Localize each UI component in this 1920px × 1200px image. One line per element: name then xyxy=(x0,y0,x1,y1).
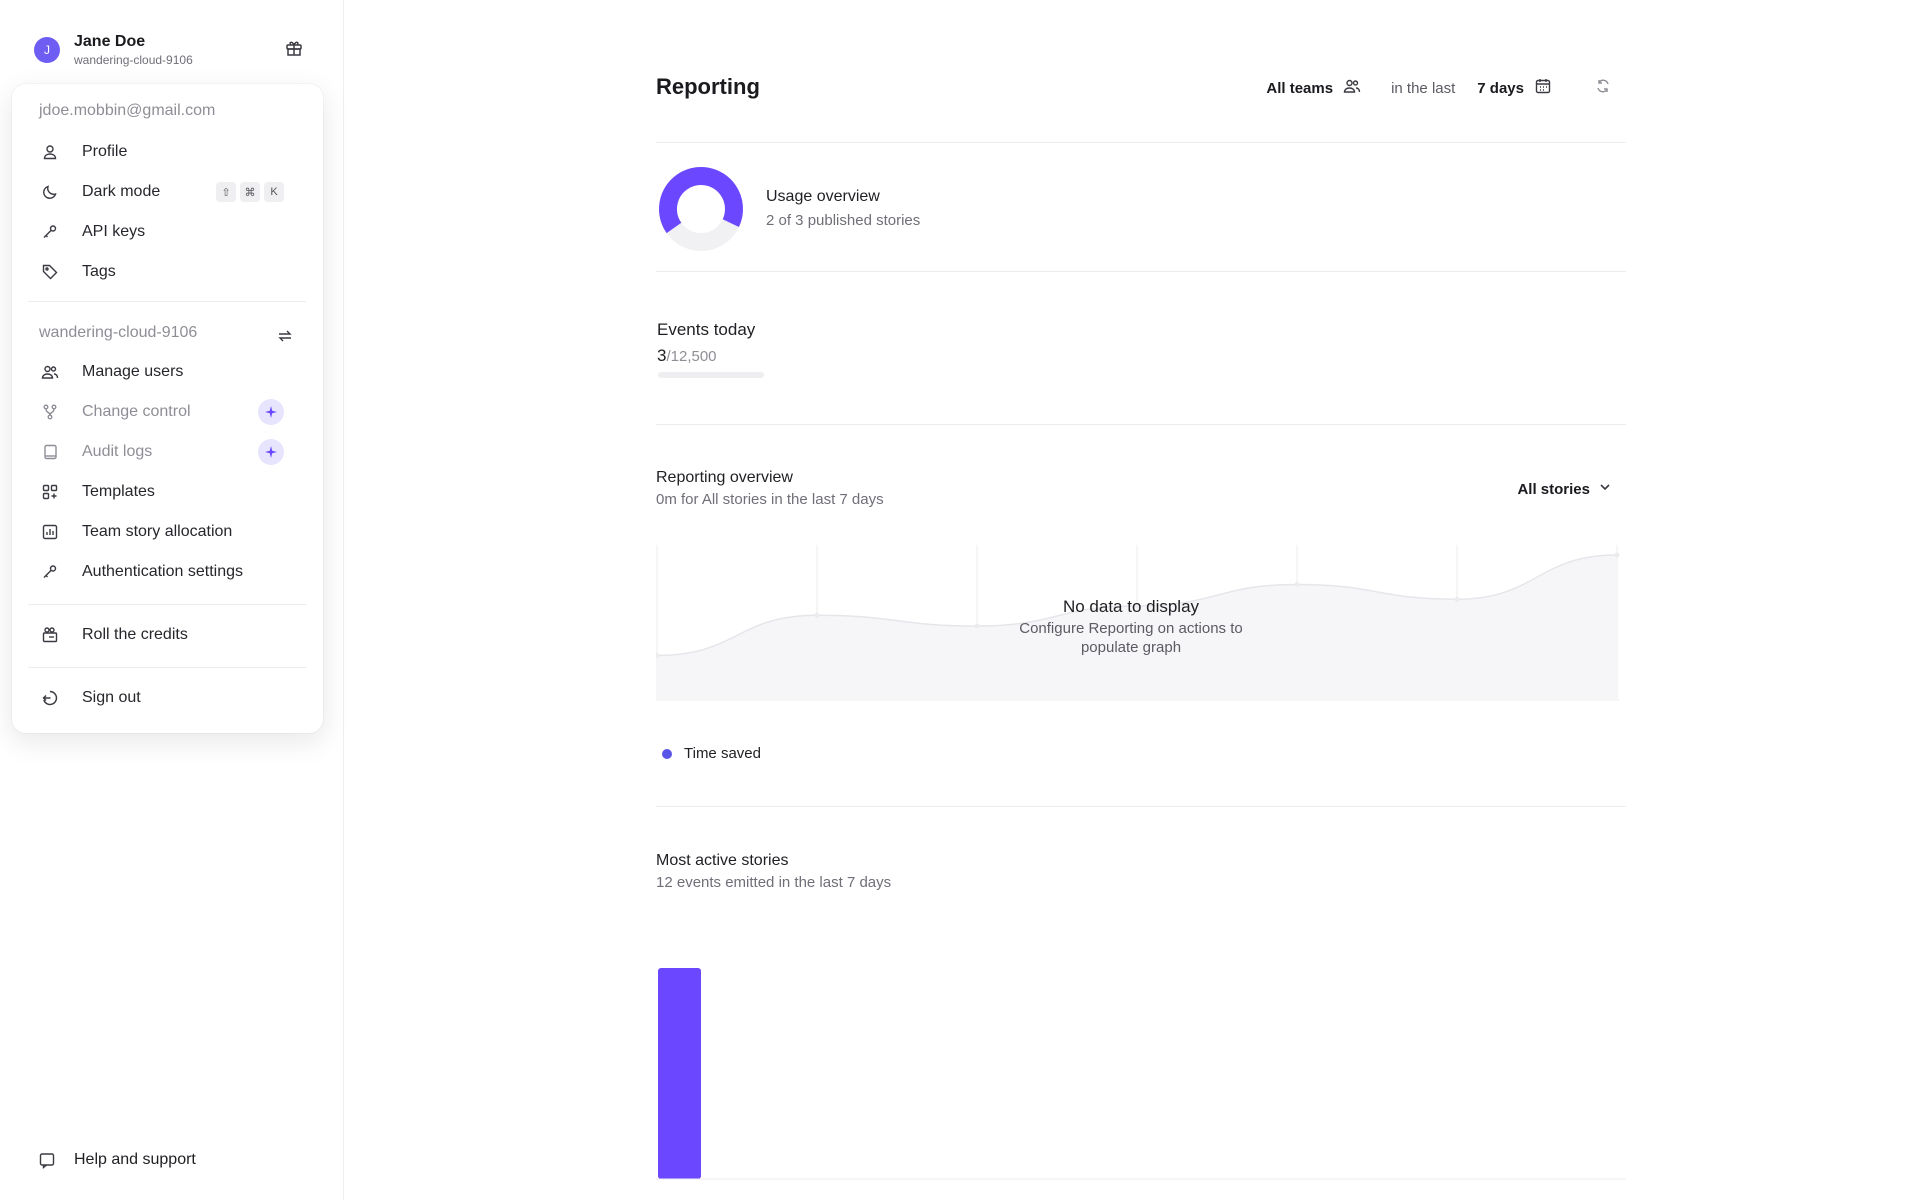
menu-item-label: Audit logs xyxy=(82,443,153,460)
sidebar: J Jane Doe wandering-cloud-9106 jdoe.mob… xyxy=(0,0,344,1200)
events-title: Events today xyxy=(657,320,756,339)
graph-point xyxy=(814,612,820,618)
graph-point xyxy=(974,623,980,629)
menu-email: jdoe.mobbin@gmail.com xyxy=(39,102,216,119)
bar-chart-icon xyxy=(40,522,60,542)
most-active-title: Most active stories xyxy=(656,852,789,869)
empty-state-subtitle: Configure Reporting on actions to popula… xyxy=(1019,620,1243,656)
key-icon xyxy=(40,222,60,242)
switch-tenant-icon[interactable] xyxy=(276,327,294,345)
most-active-subtitle: 12 events emitted in the last 7 days xyxy=(656,874,892,891)
menu-item-label: Change control xyxy=(82,403,191,420)
account-menu: jdoe.mobbin@gmail.com Profile Dark mode … xyxy=(12,84,323,733)
divider xyxy=(656,271,1626,272)
reporting-overview-subtitle: 0m for All stories in the last 7 days xyxy=(656,491,884,508)
legend-label: Time saved xyxy=(684,745,761,762)
reporting-overview-title: Reporting overview xyxy=(656,469,793,486)
usage-overview: Usage overview 2 of 3 published stories xyxy=(656,164,1256,254)
page-title: Reporting xyxy=(656,74,760,99)
menu-item-label: Dark mode xyxy=(82,183,161,200)
grid-plus-icon xyxy=(40,482,60,502)
key-icon xyxy=(40,562,60,582)
divider xyxy=(656,142,1626,143)
user-name: Jane Doe xyxy=(74,33,146,50)
menu-item-api-keys[interactable]: API keys xyxy=(40,216,310,248)
menu-item-label: Tags xyxy=(82,263,116,280)
graph-point xyxy=(1454,596,1460,602)
usage-subtitle: 2 of 3 published stories xyxy=(766,212,921,229)
divider xyxy=(656,806,1626,807)
graph-point xyxy=(1614,552,1620,558)
period-filter[interactable]: 7 days xyxy=(1477,80,1524,97)
menu-item-label: Team story allocation xyxy=(82,523,233,540)
help-icon xyxy=(38,1150,58,1170)
menu-item-label: Authentication settings xyxy=(82,563,243,580)
users-icon xyxy=(40,362,60,382)
shortcut-key: K xyxy=(264,182,284,202)
divider xyxy=(656,424,1626,425)
sparkle-icon xyxy=(258,439,284,465)
user-tenant: wandering-cloud-9106 xyxy=(74,53,193,67)
menu-divider xyxy=(28,604,306,605)
refresh-icon[interactable] xyxy=(1594,77,1612,99)
empty-state: No data to display Configure Reporting o… xyxy=(1001,597,1261,657)
help-and-support[interactable]: Help and support xyxy=(38,1148,196,1172)
menu-item-templates[interactable]: Templates xyxy=(40,476,310,508)
legend-dot xyxy=(662,748,672,759)
users-icon[interactable] xyxy=(1343,77,1361,99)
menu-item-manage-users[interactable]: Manage users xyxy=(40,356,310,388)
bar xyxy=(658,968,701,1179)
menu-divider xyxy=(28,667,306,668)
git-branch-icon xyxy=(40,402,60,422)
tag-icon xyxy=(40,262,60,282)
report-filters: All teams in the last 7 days xyxy=(1266,76,1626,100)
menu-item-team-story-allocation[interactable]: Team story allocation xyxy=(40,516,310,548)
events-limit: /12,500 xyxy=(666,348,717,365)
gift-icon[interactable] xyxy=(284,38,304,58)
menu-item-tags[interactable]: Tags xyxy=(40,256,310,288)
empty-state-title: No data to display xyxy=(1062,597,1200,616)
film-icon xyxy=(40,625,60,645)
help-label: Help and support xyxy=(74,1151,196,1168)
keyboard-shortcut: ⇧ ⌘ K xyxy=(216,182,284,202)
stories-dropdown-label: All stories xyxy=(1517,480,1590,498)
menu-item-change-control[interactable]: Change control xyxy=(40,396,310,428)
graph-legend: Time saved xyxy=(662,745,761,762)
events-value: 3/12,500 xyxy=(657,346,717,366)
menu-item-roll-credits[interactable]: Roll the credits xyxy=(40,619,310,651)
usage-donut-chart xyxy=(659,167,743,252)
teams-filter[interactable]: All teams xyxy=(1266,80,1333,97)
shortcut-key: ⌘ xyxy=(240,182,260,202)
menu-item-label: Templates xyxy=(82,483,155,500)
shortcut-key: ⇧ xyxy=(216,182,236,202)
most-active-bar-chart xyxy=(656,968,1626,1180)
menu-item-label: Profile xyxy=(82,143,128,160)
tenant-section-label: wandering-cloud-9106 xyxy=(39,324,198,341)
menu-item-label: Manage users xyxy=(82,363,184,380)
menu-item-label: Sign out xyxy=(82,689,141,706)
book-icon xyxy=(40,442,60,462)
stories-dropdown[interactable]: All stories xyxy=(1517,480,1612,498)
menu-item-profile[interactable]: Profile xyxy=(40,136,310,168)
menu-item-label: Roll the credits xyxy=(82,626,188,643)
graph-point xyxy=(1294,581,1300,587)
user-account-header[interactable]: J Jane Doe wandering-cloud-9106 xyxy=(34,28,314,72)
in-the-last-label: in the last xyxy=(1391,79,1456,97)
menu-item-authentication-settings[interactable]: Authentication settings xyxy=(40,556,310,588)
calendar-icon[interactable] xyxy=(1534,77,1552,99)
menu-item-audit-logs[interactable]: Audit logs xyxy=(40,436,310,468)
avatar[interactable]: J xyxy=(34,37,60,63)
menu-divider xyxy=(28,301,306,302)
sparkle-icon xyxy=(258,399,284,425)
reporting-main: Reporting All teams in the last 7 days U… xyxy=(656,0,1626,1200)
menu-item-label: API keys xyxy=(82,223,146,240)
chevron-down-icon xyxy=(1598,480,1612,498)
menu-item-sign-out[interactable]: Sign out xyxy=(40,682,310,714)
sign-out-icon xyxy=(40,688,60,708)
moon-icon xyxy=(40,182,60,202)
usage-title: Usage overview xyxy=(766,188,880,205)
events-progress xyxy=(658,372,764,378)
menu-item-dark-mode[interactable]: Dark mode ⇧ ⌘ K xyxy=(40,176,310,208)
user-icon xyxy=(40,142,60,162)
